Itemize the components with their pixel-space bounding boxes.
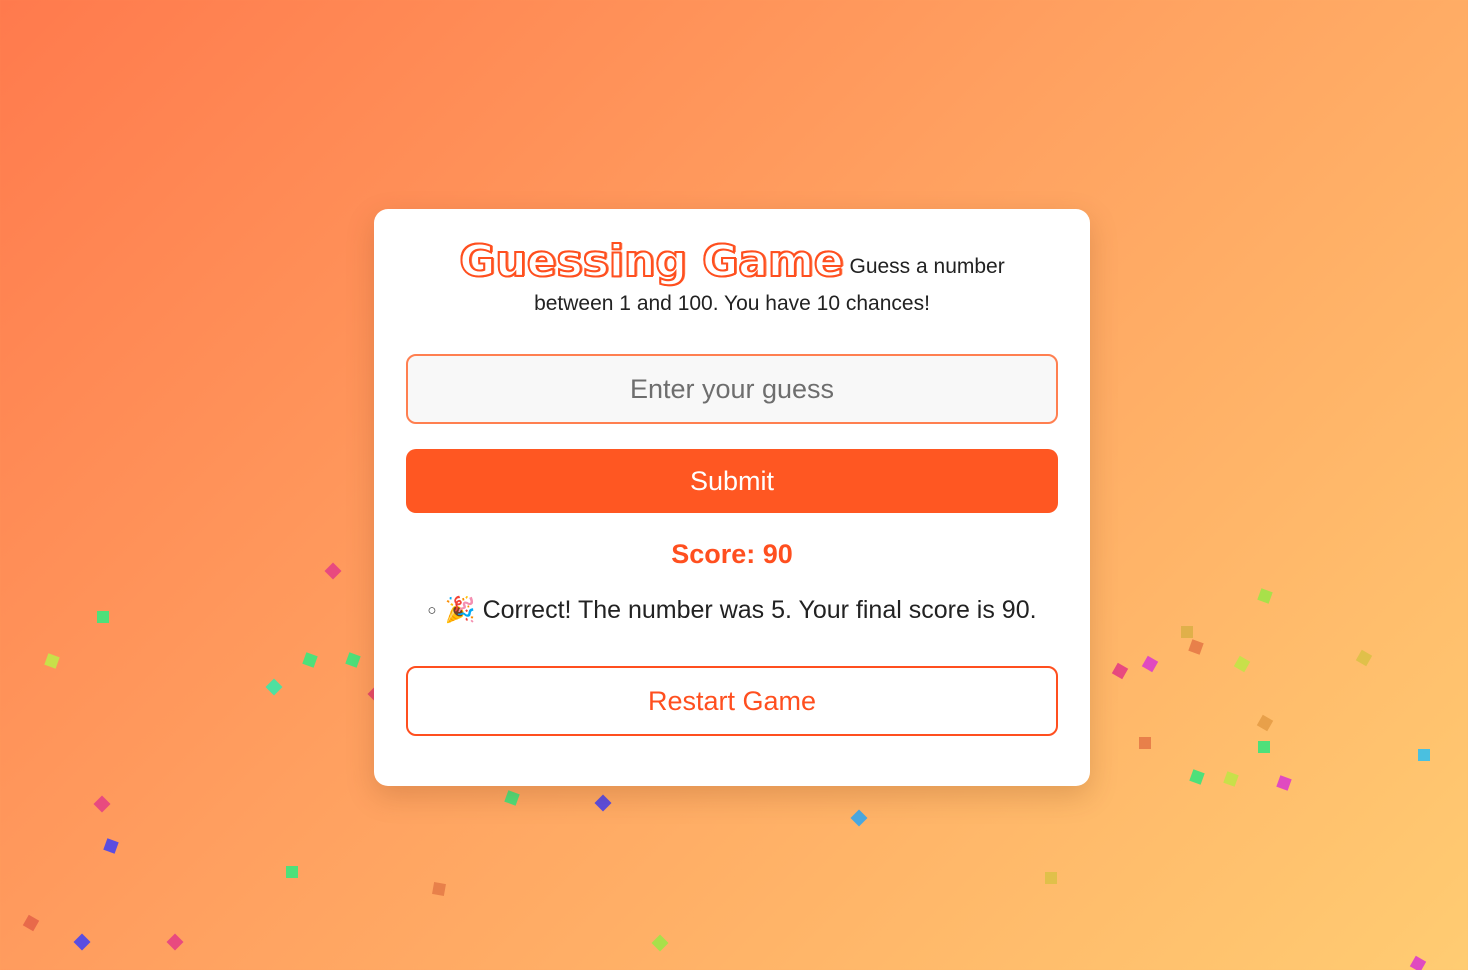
game-card: Guessing Game Guess a number between 1 a… [374, 209, 1090, 786]
restart-button[interactable]: Restart Game [406, 666, 1058, 736]
confetti-piece [44, 653, 60, 669]
message-list: ○ 🎉 Correct! The number was 5. Your final… [406, 596, 1058, 625]
confetti-piece [97, 611, 109, 623]
confetti-piece [594, 794, 612, 812]
confetti-piece [1111, 662, 1129, 680]
confetti-piece [1258, 741, 1270, 753]
confetti-piece [850, 809, 868, 827]
confetti-piece [1257, 588, 1273, 604]
confetti-piece [73, 933, 91, 951]
score-display: Score: 90 [671, 539, 793, 569]
confetti-piece [302, 652, 318, 668]
confetti-piece [1139, 737, 1151, 749]
game-header: Guessing Game Guess a number between 1 a… [406, 239, 1058, 322]
confetti-piece [1189, 769, 1205, 785]
confetti-piece [1256, 714, 1274, 732]
confetti-piece [1233, 655, 1251, 673]
guess-input[interactable] [406, 354, 1058, 424]
confetti-piece [1045, 872, 1057, 884]
message-item: ○ 🎉 Correct! The number was 5. Your final… [406, 596, 1058, 625]
confetti-piece [345, 652, 361, 668]
confetti-piece [504, 790, 520, 806]
confetti-piece [1181, 626, 1193, 638]
bullet-icon: ○ [427, 602, 437, 619]
confetti-piece [432, 882, 446, 896]
game-title: Guessing Game [458, 236, 844, 287]
confetti-piece [651, 934, 669, 952]
confetti-piece [93, 795, 111, 813]
confetti-piece [265, 678, 283, 696]
confetti-piece [1141, 655, 1159, 673]
confetti-piece [1276, 775, 1292, 791]
confetti-piece [286, 866, 298, 878]
submit-button[interactable]: Submit [406, 449, 1058, 513]
confetti-piece [1355, 649, 1373, 667]
confetti-piece [103, 838, 119, 854]
confetti-piece [166, 933, 184, 951]
party-popper-icon: 🎉 [444, 596, 476, 624]
confetti-piece [1409, 955, 1427, 970]
confetti-piece [1188, 639, 1204, 655]
confetti-piece [324, 562, 342, 580]
confetti-piece [1223, 771, 1239, 787]
confetti-piece [22, 914, 40, 932]
result-message: Correct! The number was 5. Your final sc… [475, 596, 1037, 624]
confetti-piece [1418, 749, 1430, 761]
